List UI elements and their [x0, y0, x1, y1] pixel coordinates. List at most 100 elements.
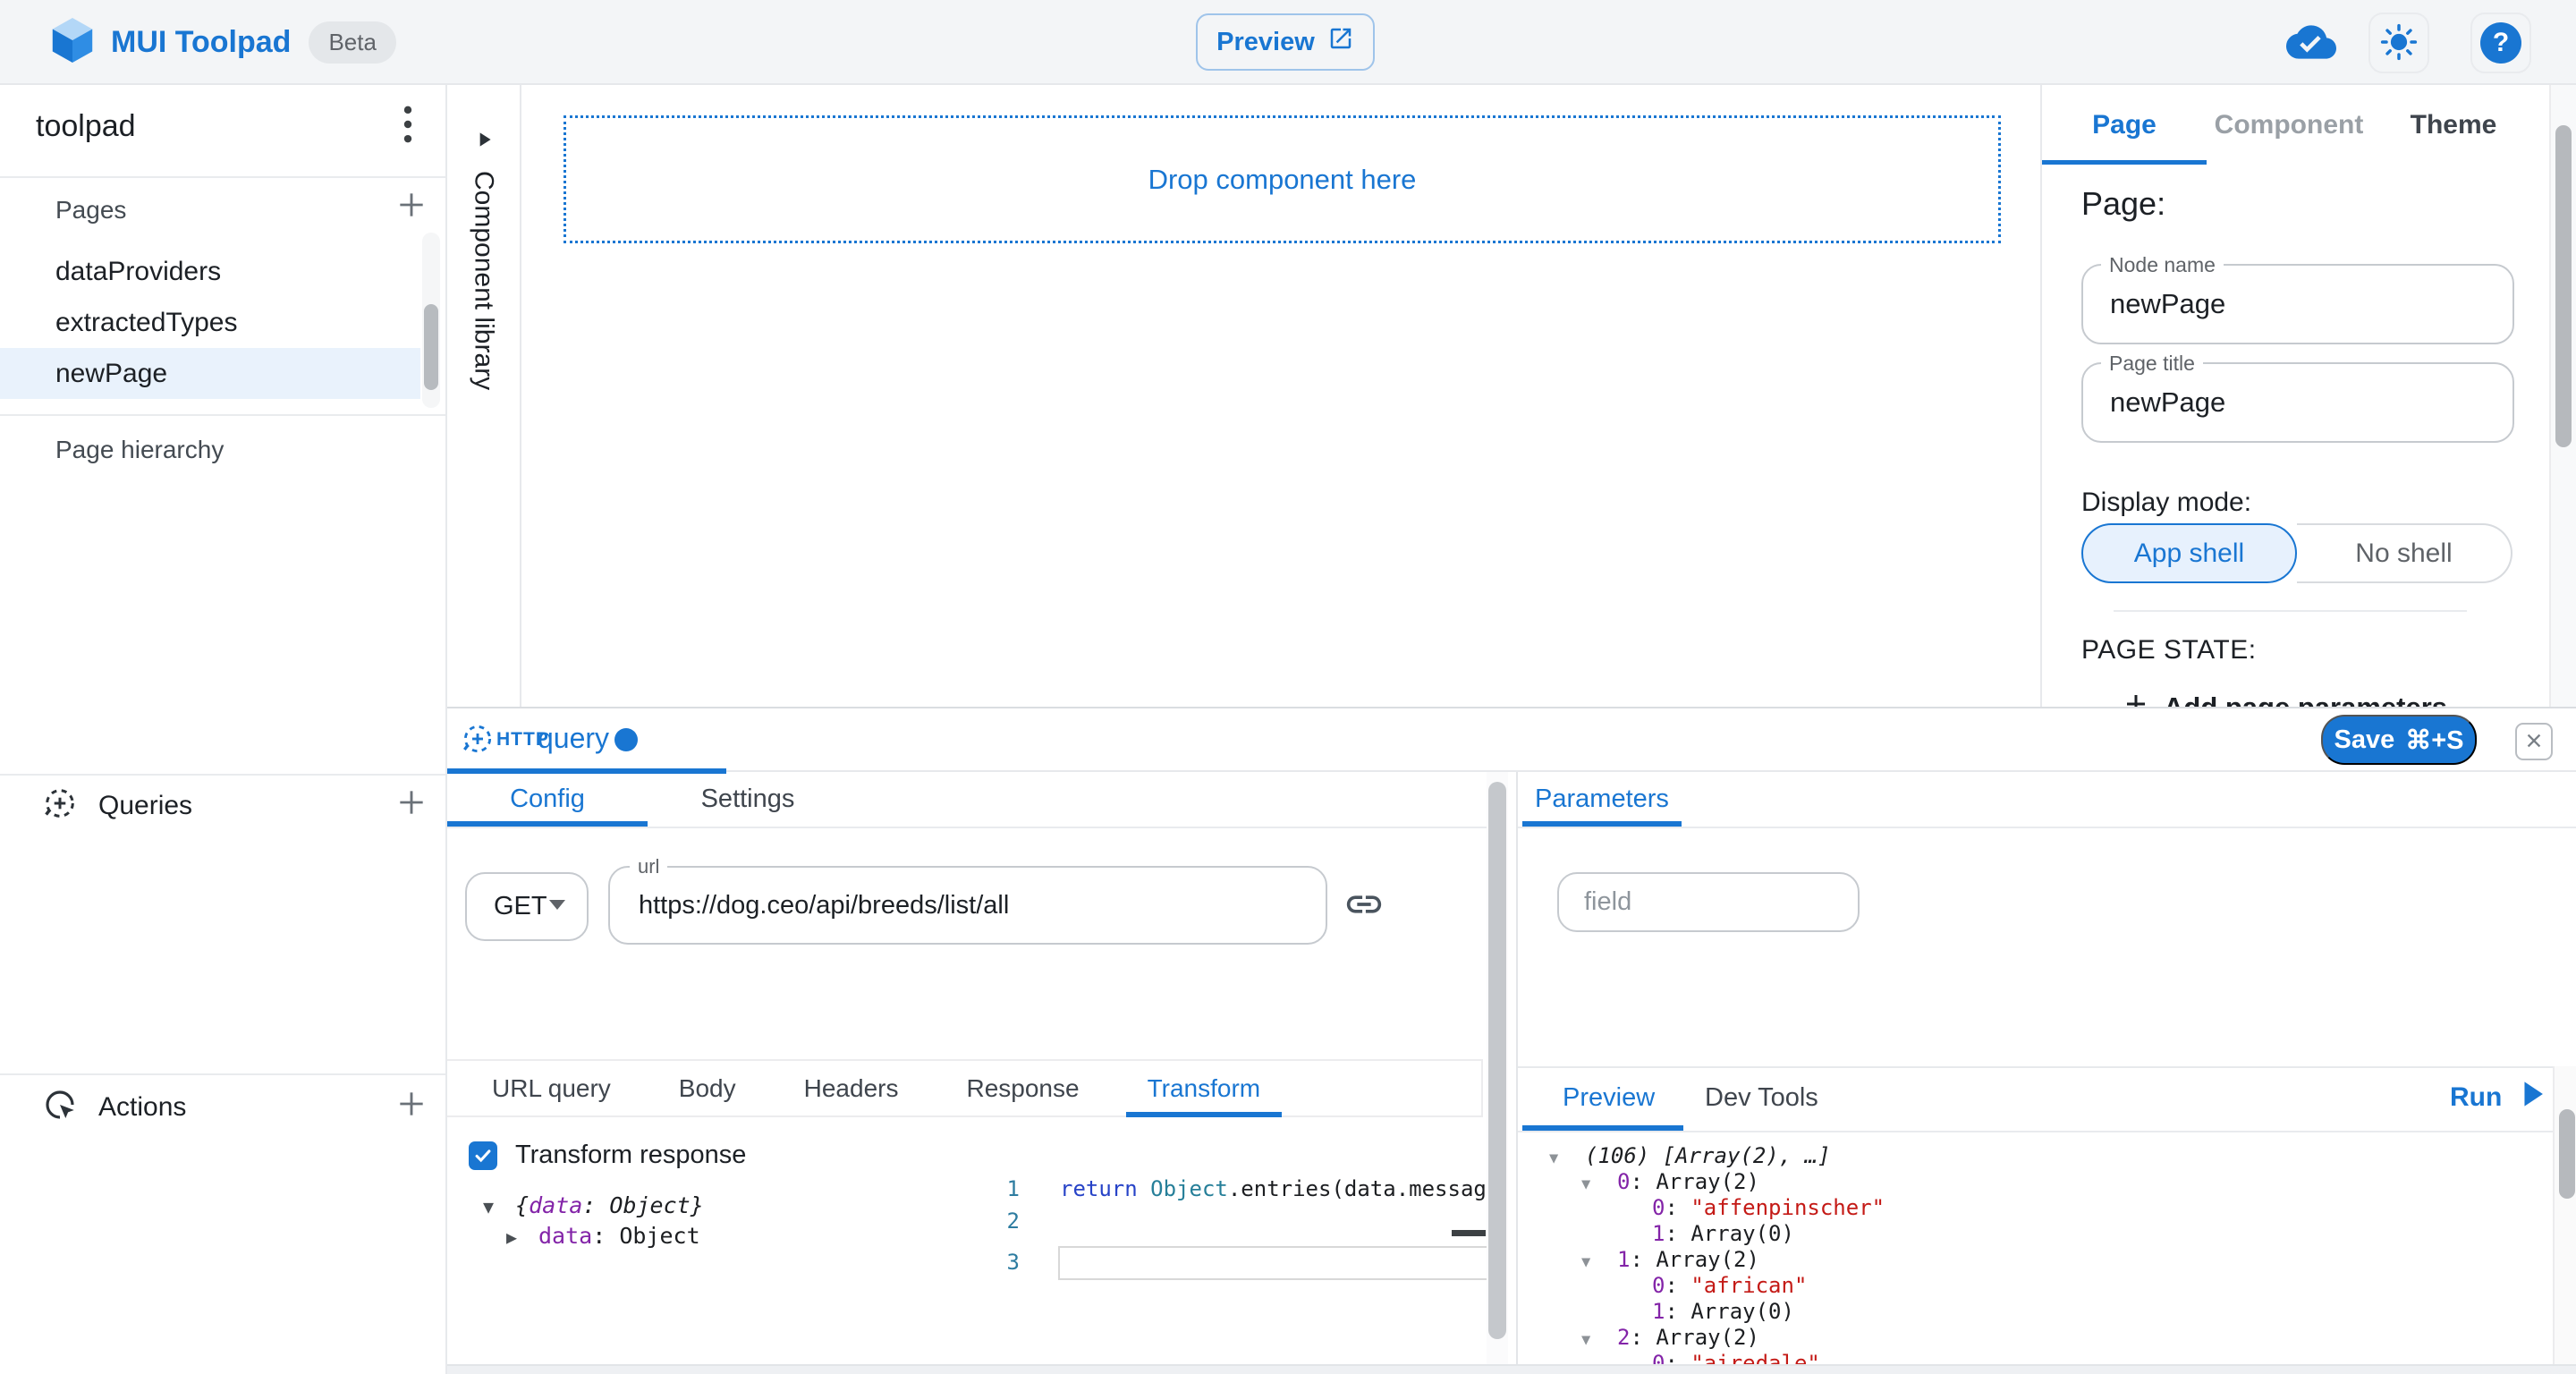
open-in-new-icon: [1327, 25, 1354, 59]
plus-icon: [394, 188, 428, 226]
top-header: MUI Toolpad Beta Preview: [0, 0, 2576, 85]
tab-url-query[interactable]: URL query: [458, 1061, 645, 1115]
toggle-app-shell[interactable]: App shell: [2081, 523, 2297, 583]
tab-label: Body: [679, 1074, 736, 1103]
tab-parameters[interactable]: Parameters: [1522, 772, 1682, 827]
query-result-pane: Parameters field Preview Dev Tools Run ▼…: [1516, 772, 2576, 1374]
tree-separator: :: [1630, 1247, 1656, 1272]
actions-label: Actions: [98, 1092, 186, 1123]
tree-separator: :: [1665, 1221, 1690, 1246]
code-line[interactable]: return Object.entries(data.messag: [1060, 1173, 1487, 1205]
brand[interactable]: MUI Toolpad Beta: [52, 0, 396, 85]
tree-key: data: [538, 1223, 592, 1249]
toggle-no-shell[interactable]: No shell: [2297, 523, 2512, 583]
pages-scrollbar[interactable]: [422, 233, 440, 408]
tab-preview[interactable]: Preview: [1563, 1068, 1655, 1127]
current-line-highlight[interactable]: [1058, 1246, 1487, 1280]
tab-settings[interactable]: Settings: [648, 772, 848, 827]
tab-config[interactable]: Config: [447, 772, 648, 827]
chevron-down-icon[interactable]: ▼: [1581, 1327, 1617, 1353]
sidebar-item-extractedtypes[interactable]: extractedTypes: [0, 297, 420, 348]
tab-response[interactable]: Response: [932, 1061, 1113, 1115]
tree-row[interactable]: ▼0: Array(2): [1518, 1169, 1759, 1195]
tree-separator: :: [592, 1223, 619, 1249]
tab-label: Page: [2092, 110, 2157, 140]
query-editor-header: HTTP query Save ⌘+S: [447, 708, 2576, 772]
preview-button[interactable]: Preview: [1196, 13, 1375, 71]
inspector-scrollbar[interactable]: [2549, 85, 2576, 707]
chevron-right-icon[interactable]: ▶: [506, 1222, 538, 1252]
parameter-field-input[interactable]: field: [1557, 872, 1860, 932]
url-field[interactable]: url https://dog.ceo/api/breeds/list/all: [608, 866, 1327, 945]
project-menu-button[interactable]: [386, 105, 429, 148]
tree-row[interactable]: 1: Array(0): [1518, 1221, 1794, 1247]
tree-row[interactable]: 0: "african": [1518, 1273, 1807, 1299]
config-pane-scrollbar[interactable]: [1487, 772, 1508, 1374]
save-button[interactable]: Save ⌘+S: [2321, 715, 2477, 765]
page-hierarchy-label: Page hierarchy: [55, 436, 224, 464]
tree-key: 2: [1617, 1325, 1630, 1350]
add-binding-icon[interactable]: [1343, 884, 1385, 925]
tab-dev-tools[interactable]: Dev Tools: [1705, 1068, 1818, 1127]
expand-arrow-icon[interactable]: [472, 128, 496, 156]
add-page-button[interactable]: [390, 185, 433, 228]
close-query-editor-button[interactable]: [2515, 723, 2553, 760]
add-query-button[interactable]: [390, 783, 433, 826]
tree-row[interactable]: ▼1: Array(2): [1518, 1247, 1759, 1273]
page-item-label: dataProviders: [55, 257, 221, 286]
tree-row[interactable]: 1: Array(0): [1518, 1299, 1794, 1325]
tree-key: 0: [1652, 1195, 1665, 1220]
tree-row[interactable]: 0: "affenpinscher": [1518, 1195, 1885, 1221]
transform-response-checkbox-row[interactable]: Transform response: [469, 1141, 746, 1170]
scrollbar-thumb[interactable]: [1488, 782, 1506, 1339]
add-page-parameters-button[interactable]: Add page parameters: [2123, 691, 2447, 707]
drop-zone[interactable]: Drop component here: [564, 115, 2001, 243]
tab-theme[interactable]: Theme: [2371, 85, 2536, 165]
checkbox-checked-icon[interactable]: [469, 1141, 497, 1170]
help-button[interactable]: ?: [2470, 13, 2531, 73]
tab-page[interactable]: Page: [2042, 85, 2207, 165]
chevron-down-icon[interactable]: ▼: [1549, 1146, 1585, 1172]
run-button[interactable]: Run: [2450, 1077, 2545, 1118]
scrollbar-thumb[interactable]: [424, 304, 438, 390]
tree-row[interactable]: ▼2: Array(2): [1518, 1325, 1759, 1351]
page-title-field[interactable]: Page title newPage: [2081, 362, 2514, 443]
kebab-icon: [403, 106, 412, 148]
result-scrollbar[interactable]: [2553, 1066, 2576, 1364]
inspector-tabs: Page Component Theme: [2042, 85, 2552, 165]
queries-icon: [41, 785, 79, 827]
tab-headers[interactable]: Headers: [770, 1061, 933, 1115]
scrollbar-thumb[interactable]: [2559, 1109, 2575, 1199]
component-library-panel[interactable]: Component library: [447, 85, 521, 707]
sidebar-item-dataproviders[interactable]: dataProviders: [0, 246, 420, 297]
divider: [0, 1073, 445, 1075]
input-tree-row[interactable]: ▼{data: Object}: [483, 1191, 704, 1221]
component-library-label[interactable]: Component library: [469, 171, 499, 390]
input-tree-row[interactable]: ▶data: Object: [506, 1221, 700, 1251]
help-icon: ?: [2480, 22, 2521, 64]
page-item-label: newPage: [55, 359, 167, 388]
queries-section: Queries: [41, 785, 192, 827]
cloud-saved-icon: [2286, 20, 2336, 64]
transform-response-label: Transform response: [515, 1141, 746, 1170]
save-shortcut: ⌘+S: [2405, 725, 2463, 756]
tab-label: Theme: [2411, 110, 2497, 140]
tree-key: 1: [1652, 1299, 1665, 1324]
chevron-down-icon[interactable]: ▼: [1581, 1250, 1617, 1276]
transform-code-editor[interactable]: 1 2 3 return Object.entries(data.messag: [948, 1173, 1487, 1374]
tab-transform[interactable]: Transform: [1114, 1061, 1295, 1115]
tab-body[interactable]: Body: [645, 1061, 770, 1115]
tab-component[interactable]: Component: [2207, 85, 2371, 165]
run-label: Run: [2450, 1082, 2502, 1113]
theme-toggle-button[interactable]: [2368, 13, 2429, 73]
scrollbar-thumb[interactable]: [2555, 125, 2572, 447]
chevron-down-icon[interactable]: ▼: [483, 1192, 515, 1222]
sidebar-item-newpage[interactable]: newPage: [0, 348, 420, 399]
chevron-down-icon[interactable]: ▼: [1581, 1172, 1617, 1198]
add-action-button[interactable]: [390, 1084, 433, 1127]
query-tab[interactable]: HTTP query: [447, 708, 726, 772]
node-name-field[interactable]: Node name newPage: [2081, 264, 2514, 344]
horizontal-scrollbar-track[interactable]: [447, 1364, 2576, 1374]
tree-row[interactable]: ▼(106) [Array(2), …]: [1518, 1143, 1831, 1169]
http-method-select[interactable]: GET: [465, 872, 589, 941]
